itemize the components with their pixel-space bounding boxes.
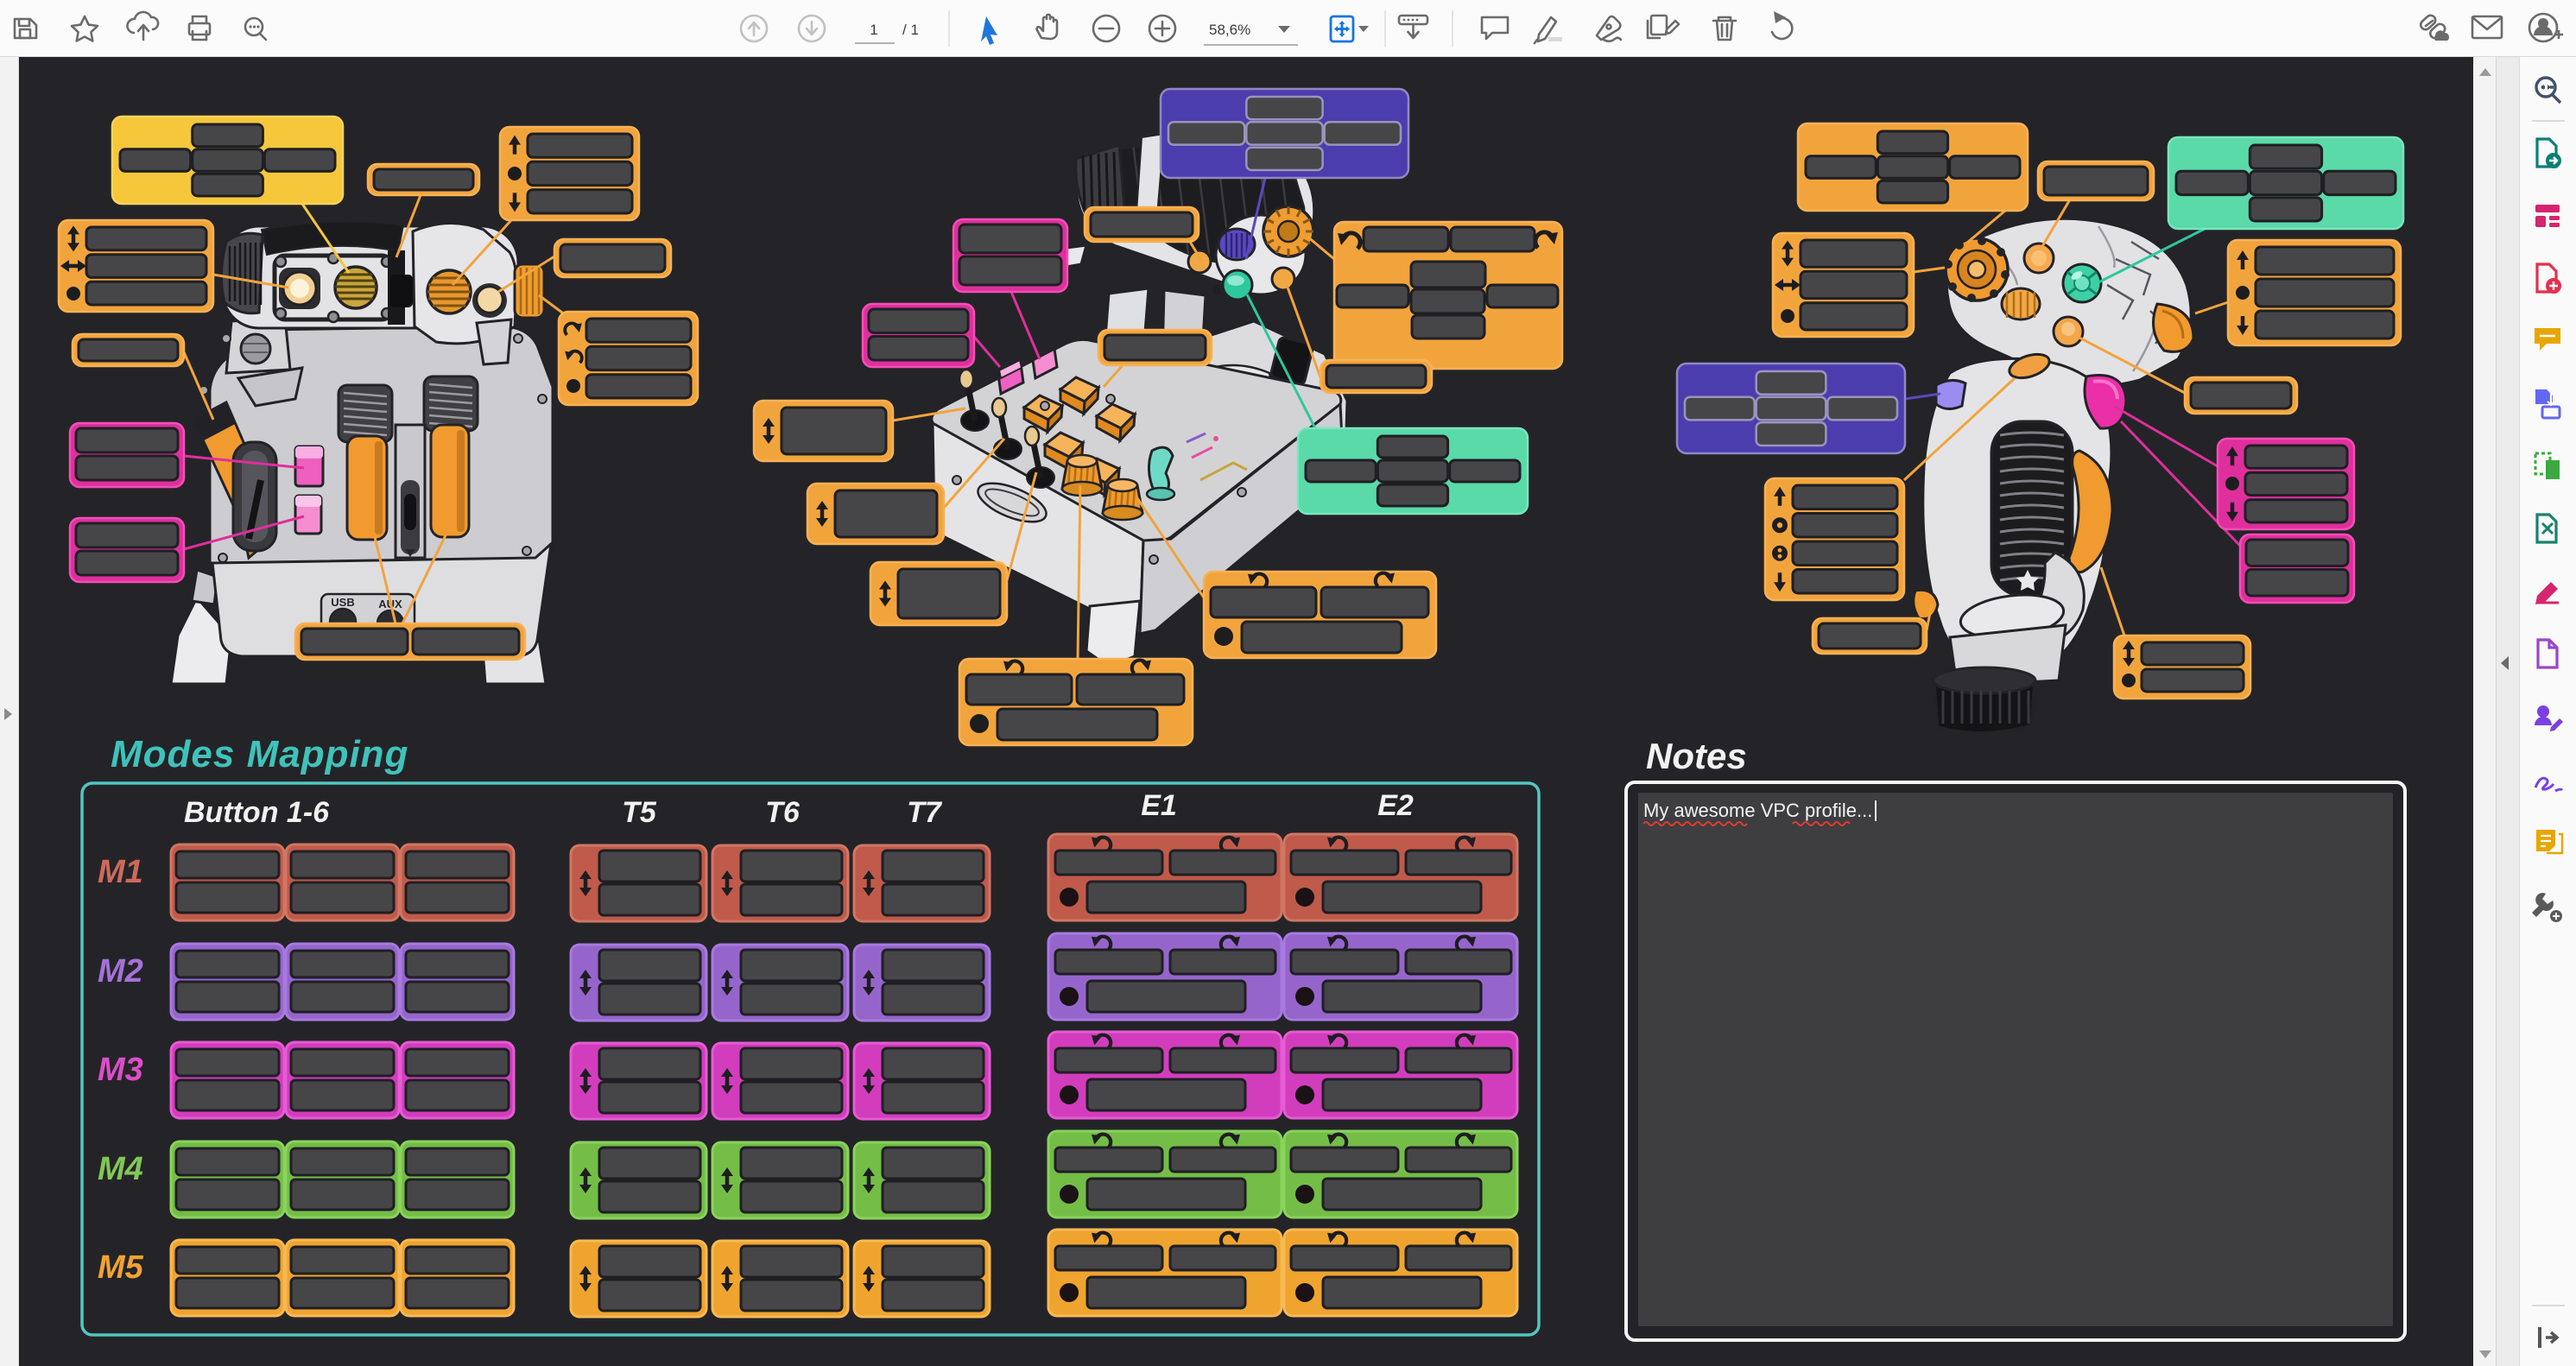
svg-text:M5: M5 <box>98 1249 144 1286</box>
svg-text:T5: T5 <box>622 796 657 829</box>
svg-text:USB: USB <box>331 596 354 609</box>
svg-text:58,6%: 58,6% <box>1209 22 1250 38</box>
svg-text:M2: M2 <box>98 953 143 990</box>
svg-text:T6: T6 <box>765 796 801 829</box>
svg-text:Modes Mapping: Modes Mapping <box>111 733 408 775</box>
svg-text:Button 1-6: Button 1-6 <box>184 796 330 829</box>
svg-text:T7: T7 <box>907 796 943 829</box>
svg-text:My awesome VPC profile...: My awesome VPC profile... <box>1643 800 1872 821</box>
svg-text:/ 1: / 1 <box>902 22 919 38</box>
svg-text:1: 1 <box>870 22 877 38</box>
svg-text:M4: M4 <box>98 1151 143 1187</box>
svg-text:E1: E1 <box>1141 789 1177 822</box>
svg-text:M1: M1 <box>98 854 143 890</box>
svg-text:M3: M3 <box>98 1052 143 1088</box>
svg-text:Notes: Notes <box>1646 736 1747 776</box>
svg-text:E2: E2 <box>1377 789 1414 822</box>
